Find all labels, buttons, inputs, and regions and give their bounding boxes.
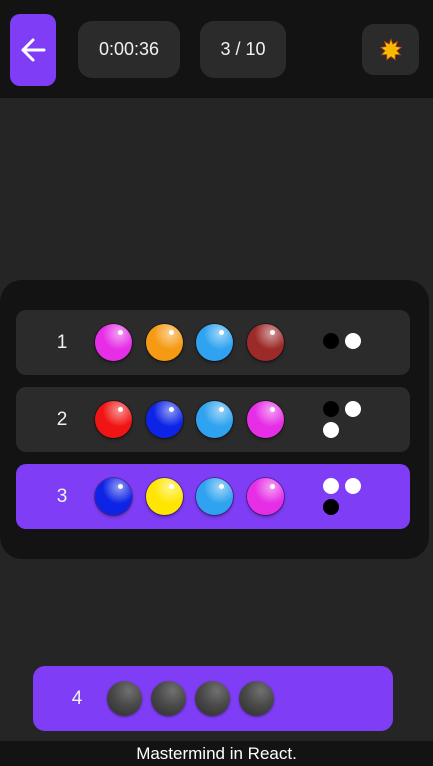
feedback-black-pin <box>323 499 339 515</box>
top-bar: 0:00:36 3 / 10 <box>0 0 433 98</box>
row-number: 1 <box>56 331 68 353</box>
guess-board: 1 2 3 <box>0 280 429 559</box>
back-button[interactable] <box>10 14 56 86</box>
turn-counter: 3 / 10 <box>200 21 286 78</box>
peg-yellow <box>146 478 183 515</box>
row-number: 4 <box>71 687 83 709</box>
feedback-black-pin <box>323 401 339 417</box>
peg-red <box>95 401 132 438</box>
feedback-white-pin <box>323 422 339 438</box>
guess-row: 3 <box>16 464 410 529</box>
feedback-white-pin <box>323 478 339 494</box>
peg-blue <box>146 401 183 438</box>
peg-blue <box>95 478 132 515</box>
empty-peg-slot[interactable] <box>151 681 186 716</box>
timer-display: 0:00:36 <box>78 21 180 78</box>
theme-toggle-button[interactable] <box>362 24 419 75</box>
footer-text: Mastermind in React. <box>0 741 433 766</box>
empty-peg-slot[interactable] <box>239 681 274 716</box>
peg-orange <box>146 324 183 361</box>
current-guess-row: 4 <box>33 666 393 731</box>
peg-lightblue <box>196 478 233 515</box>
peg-lightblue <box>196 401 233 438</box>
row-number: 2 <box>56 408 68 430</box>
peg-magenta <box>247 478 284 515</box>
peg-darkred <box>247 324 284 361</box>
peg-magenta <box>95 324 132 361</box>
row-number: 3 <box>56 485 68 507</box>
peg-lightblue <box>196 324 233 361</box>
empty-peg-slot[interactable] <box>107 681 142 716</box>
empty-peg-slot[interactable] <box>195 681 230 716</box>
arrow-left-icon <box>21 38 46 62</box>
feedback-black-pin <box>323 333 339 349</box>
guess-row: 2 <box>16 387 410 452</box>
feedback-white-pin <box>345 333 361 349</box>
peg-magenta <box>247 401 284 438</box>
guess-row: 1 <box>16 310 410 375</box>
feedback-white-pin <box>345 478 361 494</box>
sun-icon <box>379 37 402 61</box>
feedback-white-pin <box>345 401 361 417</box>
